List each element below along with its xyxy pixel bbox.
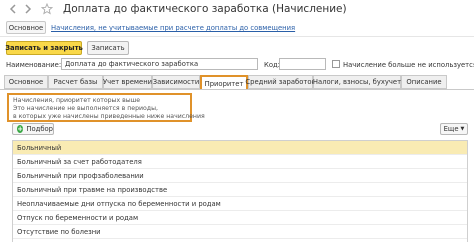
name-input[interactable]: Доплата до фактического заработка xyxy=(61,58,258,70)
star-icon xyxy=(41,3,53,15)
nav-main-button[interactable]: Основное xyxy=(6,21,46,34)
list-item[interactable]: Отсутствие по болезни xyxy=(13,225,467,239)
tab-dependencies[interactable]: Зависимости xyxy=(152,75,200,89)
tab-base-calculation[interactable]: Расчет базы xyxy=(48,75,103,89)
list-item[interactable]: Больничный при профзаболевании xyxy=(13,169,467,183)
info-line-2: в которых уже начислены приведенные ниже… xyxy=(13,113,205,120)
arrow-left-icon xyxy=(9,4,16,14)
info-heading: Начисления, приоритет которых выше xyxy=(13,97,141,104)
code-label: Код: xyxy=(264,61,280,69)
more-label: Еще xyxy=(443,125,459,133)
pick-button[interactable]: + Подбор xyxy=(12,123,54,135)
nav-excluded-accruals-link[interactable]: Начисления, не учитываемые при расчете д… xyxy=(51,24,295,32)
window-title: Доплата до фактического заработка (Начис… xyxy=(63,3,347,15)
unused-checkbox[interactable] xyxy=(332,60,340,68)
tab-main[interactable]: Основное xyxy=(4,75,48,89)
favorite-star-icon[interactable] xyxy=(40,2,54,16)
code-input[interactable] xyxy=(279,58,326,70)
tab-average-earnings[interactable]: Средний заработок xyxy=(245,75,316,89)
tab-bar: Основное Расчет базы Учет времени Зависи… xyxy=(4,75,470,90)
title-bar: Доплата до фактического заработка (Начис… xyxy=(0,0,474,20)
save-and-close-button[interactable]: Записать и закрыть xyxy=(5,41,83,55)
unused-label: Начисление больше не используется xyxy=(343,61,474,69)
list-item[interactable]: Неоплачиваемые дни отпуска по беременнос… xyxy=(13,197,467,211)
form-navigation: Основное Начисления, не учитываемые при … xyxy=(0,21,474,35)
back-icon[interactable] xyxy=(7,3,19,15)
plus-icon: + xyxy=(17,125,24,133)
divider xyxy=(0,36,474,37)
tab-priority[interactable]: Приоритет xyxy=(200,75,248,90)
tab-time-accounting[interactable]: Учет времени xyxy=(103,75,152,89)
info-line-1: Это начисление не выполняется в периоды, xyxy=(13,105,158,112)
chevron-down-icon: ▼ xyxy=(460,126,465,132)
name-label: Наименование: xyxy=(6,61,62,69)
tab-taxes-contributions[interactable]: Налоги, взносы, бухучет xyxy=(313,75,401,89)
more-button[interactable]: Еще ▼ xyxy=(440,123,468,135)
save-button[interactable]: Записать xyxy=(87,41,129,55)
pick-label: Подбор xyxy=(26,125,53,133)
list-item[interactable]: Отпуск по беременности и родам xyxy=(13,211,467,225)
priority-info-panel: Начисления, приоритет которых выше Это н… xyxy=(7,93,205,122)
list-item[interactable]: Больничный за счет работодателя xyxy=(13,155,467,169)
list-item[interactable]: Больничный при травме на производстве xyxy=(13,183,467,197)
tabs-underline xyxy=(0,89,474,90)
forward-icon[interactable] xyxy=(22,3,34,15)
tab-description[interactable]: Описание xyxy=(401,75,447,89)
priority-accruals-list: Больничный Больничный за счет работодате… xyxy=(12,140,468,242)
arrow-right-icon xyxy=(25,4,32,14)
list-item[interactable]: Больничный xyxy=(13,141,467,155)
